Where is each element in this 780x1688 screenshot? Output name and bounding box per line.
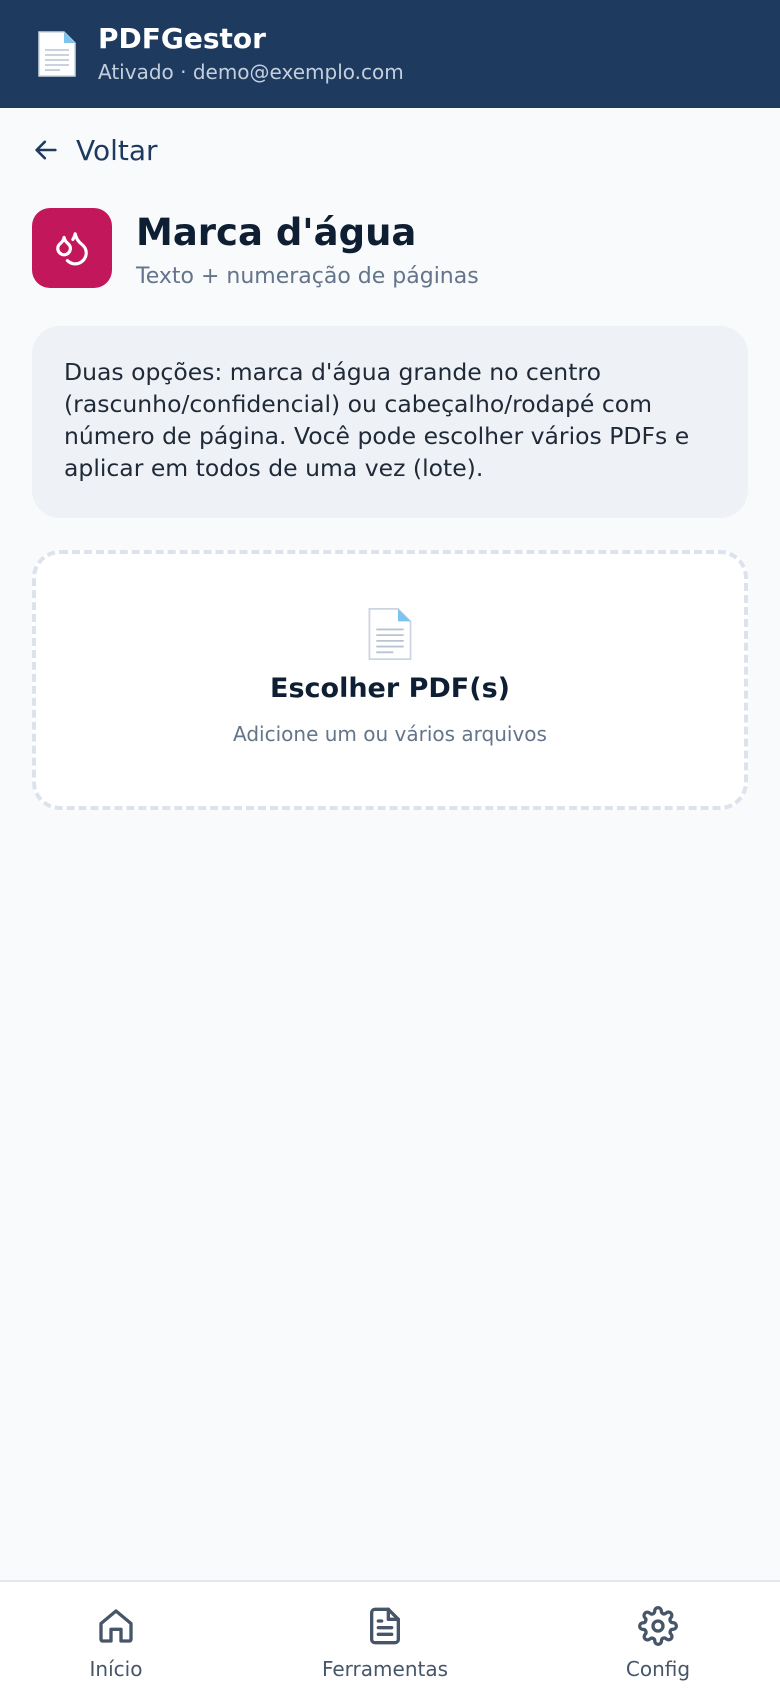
nav-label-config: Config [625,1657,691,1681]
tool-icon-badge [32,208,112,288]
arrow-left-icon [35,140,57,160]
info-text: Duas opções: marca d'água grande no cent… [64,358,690,482]
dropzone-hint: Adicione um ou vários arquivos [233,722,547,746]
document-icon [38,31,76,77]
app-title: PDFGestor [98,22,266,55]
account-status: Ativado · demo@exemplo.com [98,60,404,84]
app-header: PDFGestor Ativado · demo@exemplo.com [0,0,780,108]
droplets-icon [56,232,88,266]
bottom-nav: Início Ferramentas Config [0,1580,780,1688]
tool-header: Marca d'água Texto + numeração de página… [32,208,479,292]
page-subtitle: Texto + numeração de páginas [136,264,479,289]
back-label: Voltar [76,133,158,167]
header-titles: PDFGestor Ativado · demo@exemplo.com [98,22,404,86]
nav-item-home[interactable]: Início [26,1582,206,1688]
back-button[interactable]: Voltar [32,128,158,172]
info-box: Duas opções: marca d'água grande no cent… [32,326,748,518]
nav-label-tools: Ferramentas [321,1657,449,1681]
nav-item-tools[interactable]: Ferramentas [295,1582,475,1688]
nav-item-config[interactable]: Config [568,1582,748,1688]
page-title: Marca d'água [136,211,417,254]
home-icon [99,1609,133,1643]
nav-label-home: Início [89,1657,143,1681]
tool-texts: Marca d'água Texto + numeração de página… [136,208,479,292]
file-text-icon [370,1607,400,1645]
dropzone-title: Escolher PDF(s) [270,673,510,704]
document-icon [368,608,412,660]
choose-pdf-dropzone[interactable]: Escolher PDF(s) Adicione um ou vários ar… [32,550,748,810]
gear-icon [638,1606,678,1646]
